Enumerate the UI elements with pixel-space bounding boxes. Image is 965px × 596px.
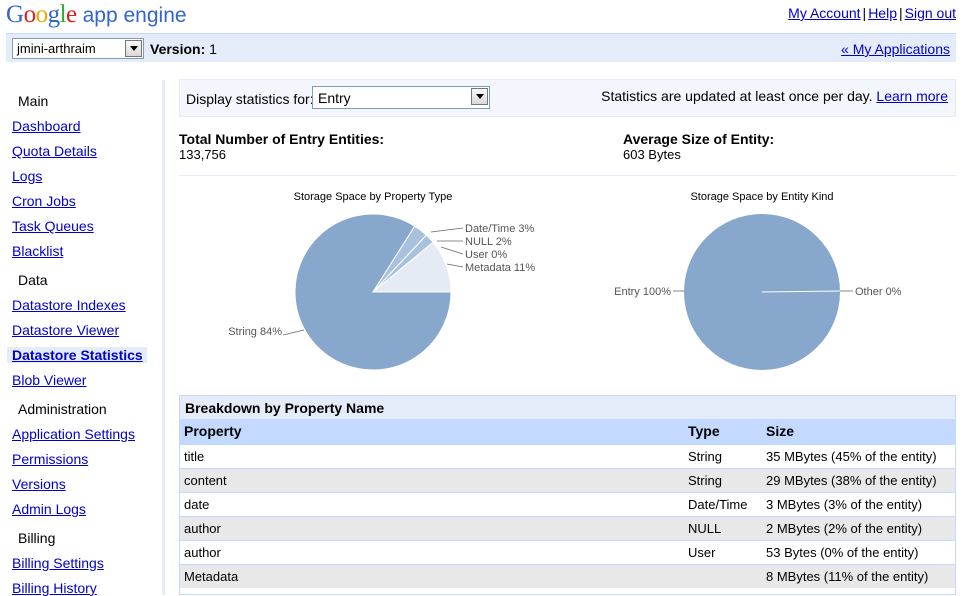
sidebar-item-permissions[interactable]: Permissions	[12, 451, 162, 467]
pie-slice-label: Date/Time 3%	[465, 223, 535, 235]
entity-kind-select[interactable]: Entry	[312, 86, 490, 109]
pie-slice-label: String 84%	[228, 326, 282, 338]
sidebar-item-datastore-viewer[interactable]: Datastore Viewer	[12, 322, 162, 338]
pie-label-leader	[430, 227, 464, 233]
google-app-engine-logo: Google app engine	[6, 1, 187, 29]
cell-property: title	[180, 443, 684, 468]
help-link[interactable]: Help	[868, 5, 897, 21]
update-notice: Statistics are updated at least once per…	[601, 88, 948, 104]
cell-type: NULL	[684, 515, 762, 540]
sidebar-item-admin-logs[interactable]: Admin Logs	[12, 501, 162, 517]
average-size-label: Average Size of Entity:	[623, 131, 775, 147]
pie-slice-label: Entry 100%	[614, 286, 671, 298]
table-row: author NULL 2 MBytes (2% of the entity)	[180, 515, 955, 540]
sidebar-item-versions[interactable]: Versions	[12, 476, 162, 492]
chart-title-entity-kind: Storage Space by Entity Kind	[690, 191, 833, 203]
column-header-type: Type	[684, 419, 762, 444]
table-row: date Date/Time 3 MBytes (3% of the entity)	[180, 491, 955, 516]
total-entities-value: 133,756	[179, 147, 226, 162]
sidebar-item-billing-history[interactable]: Billing History	[12, 580, 162, 596]
table-row: content String 29 MBytes (38% of the entit…	[180, 467, 955, 492]
cell-type: String	[684, 443, 762, 468]
my-account-link[interactable]: My Account	[788, 5, 860, 21]
sidebar-group-main: Main	[18, 93, 49, 109]
average-size-value: 603 Bytes	[623, 147, 681, 162]
sidebar-group-administration: Administration	[18, 401, 107, 417]
version-value: 1	[209, 41, 217, 57]
update-notice-text: Statistics are updated at least once per…	[601, 88, 873, 104]
version-info: Version: 1	[150, 41, 217, 57]
pie-slice-label: Metadata 11%	[465, 262, 535, 274]
sidebar: Main Dashboard Quota Details Logs Cron Jobs T…	[0, 80, 165, 596]
cell-size: 3 MBytes (3% of the entity)	[762, 491, 955, 516]
table-row: author User 53 Bytes (0% of the entity)	[180, 539, 955, 564]
pie-charts: Storage Space by Property Type String 84%…	[228, 191, 902, 371]
cell-size: 29 MBytes (38% of the entity)	[762, 467, 955, 492]
chart-title-property-type: Storage Space by Property Type	[294, 191, 453, 203]
sidebar-item-application-settings[interactable]: Application Settings	[12, 426, 162, 442]
sidebar-group-data: Data	[18, 272, 48, 288]
table-row: title String 35 MBytes (45% of the entity)	[180, 443, 955, 468]
my-applications-link[interactable]: « My Applications	[841, 41, 950, 57]
sidebar-item-blacklist[interactable]: Blacklist	[12, 243, 162, 259]
learn-more-link[interactable]: Learn more	[876, 88, 948, 104]
sidebar-group-billing: Billing	[18, 530, 56, 546]
cell-type: User	[684, 539, 762, 564]
sidebar-item-logs[interactable]: Logs	[12, 168, 162, 184]
cell-type: String	[684, 467, 762, 492]
app-selector-value: jmini-arthraim	[17, 41, 96, 56]
cell-property: date	[180, 491, 684, 516]
display-statistics-bar: Display statistics for: Entry Statistics…	[179, 79, 956, 117]
sidebar-item-quota-details[interactable]: Quota Details	[12, 143, 162, 159]
total-entities-label: Total Number of Entry Entities:	[179, 131, 385, 147]
entity-kind-value: Entry	[318, 90, 351, 106]
sidebar-item-datastore-statistics[interactable]: Datastore Statistics	[7, 347, 147, 363]
sidebar-item-billing-settings[interactable]: Billing Settings	[12, 555, 162, 571]
display-statistics-label: Display statistics for:	[186, 91, 314, 107]
cell-property: content	[180, 467, 684, 492]
pie-label-leader	[440, 246, 464, 255]
breakdown-title: Breakdown by Property Name	[180, 396, 955, 419]
pie-slice-label: User 0%	[465, 249, 507, 261]
sidebar-item-cron-jobs[interactable]: Cron Jobs	[12, 193, 162, 209]
pie-slice-label: Other 0%	[855, 286, 902, 298]
cell-size: 2 MBytes (2% of the entity)	[762, 515, 955, 540]
cell-type: Date/Time	[684, 491, 762, 516]
sidebar-item-task-queues[interactable]: Task Queues	[12, 218, 162, 234]
version-label: Version:	[150, 41, 206, 57]
cell-property: author	[180, 515, 684, 540]
chevron-down-icon[interactable]	[125, 40, 142, 57]
cell-type	[684, 563, 762, 588]
pie-label-leader	[282, 329, 305, 336]
cell-size: 35 MBytes (45% of the entity)	[762, 443, 955, 468]
cell-property: author	[180, 539, 684, 564]
sign-out-link[interactable]: Sign out	[905, 5, 956, 21]
breakdown-panel: Breakdown by Property Name Property Type…	[179, 395, 956, 595]
app-selector[interactable]: jmini-arthraim	[12, 38, 144, 59]
cell-property: Metadata	[180, 563, 684, 588]
table-row: Metadata 8 MBytes (11% of the entity)	[180, 563, 955, 588]
top-links: My Account | Help | Sign out	[788, 5, 956, 21]
sidebar-item-dashboard[interactable]: Dashboard	[12, 118, 162, 134]
sidebar-item-datastore-indexes[interactable]: Datastore Indexes	[12, 297, 162, 313]
cell-size: 8 MBytes (11% of the entity)	[762, 563, 955, 588]
cell-size: 53 Bytes (0% of the entity)	[762, 539, 955, 564]
logo-appengine-text: app engine	[82, 4, 187, 27]
pie-label-leader	[446, 263, 464, 268]
breakdown-table: Property Type Size title String 35 MBytes …	[180, 419, 955, 588]
sidebar-item-blob-viewer[interactable]: Blob Viewer	[12, 372, 162, 388]
column-header-size: Size	[762, 419, 955, 444]
logo-google-text: Google	[6, 1, 77, 28]
divider	[179, 175, 956, 176]
pie-slice-label: NULL 2%	[465, 236, 512, 248]
column-header-property: Property	[180, 419, 684, 444]
chevron-down-icon[interactable]	[471, 88, 488, 105]
app-bar: jmini-arthraim Version: 1 « My Applicati…	[6, 33, 956, 62]
